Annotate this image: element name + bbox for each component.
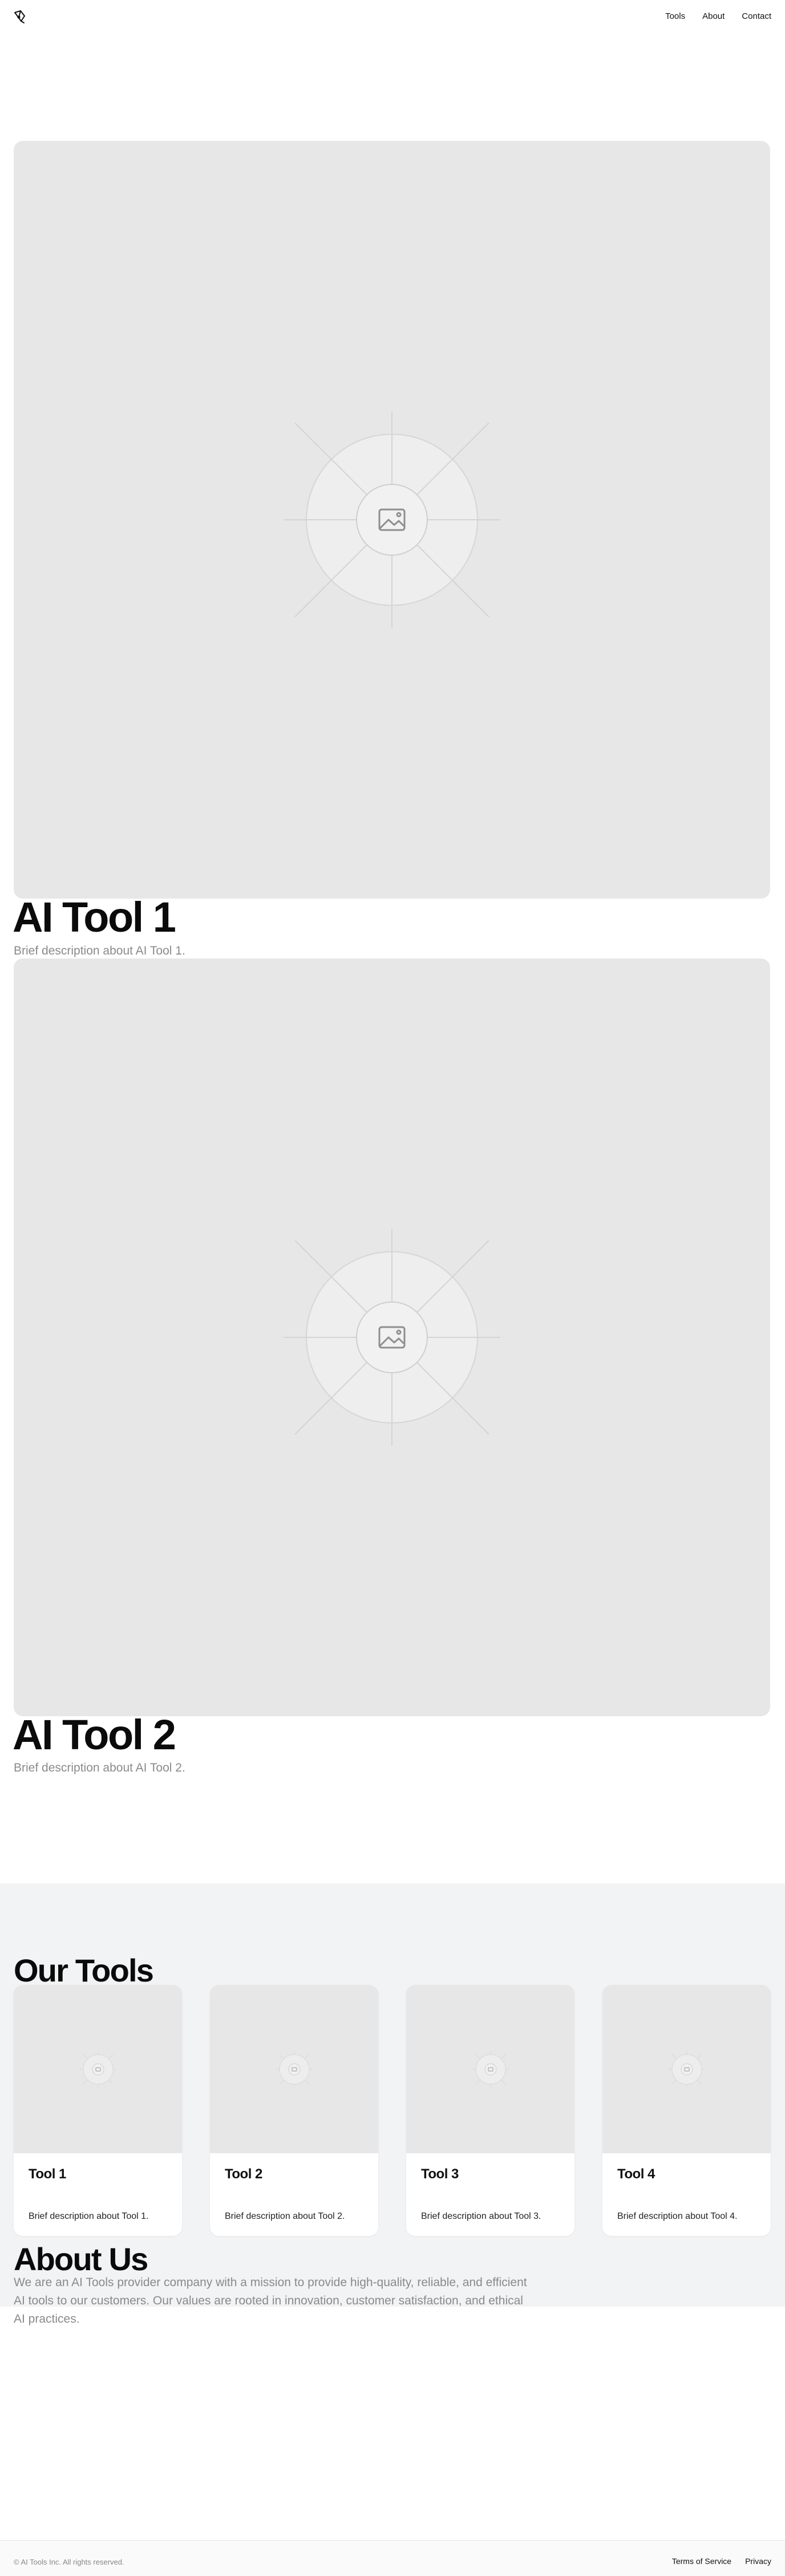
tool-card-image	[14, 1985, 182, 2153]
tool-card-4[interactable]: Tool 4 Brief description about Tool 4.	[602, 1985, 771, 2236]
footer-copyright: © AI Tools Inc. All rights reserved.	[14, 2558, 124, 2566]
hero-title-2: AI Tool 2	[13, 1711, 176, 1758]
about-description: We are an AI Tools provider company with…	[14, 2276, 527, 2326]
tool-card-image	[210, 1985, 378, 2153]
hero-description-1: Brief description about AI Tool 1.	[14, 944, 185, 957]
image-placeholder-icon	[284, 1229, 500, 1446]
tool-card-1[interactable]: Tool 1 Brief description about Tool 1.	[14, 1985, 182, 2236]
tool-card-description: Brief description about Tool 2.	[225, 2211, 345, 2221]
hero-title-1: AI Tool 1	[13, 893, 176, 941]
logo-icon[interactable]	[13, 9, 27, 24]
footer-links: Terms of Service Privacy	[672, 2557, 771, 2566]
nav-link-tools[interactable]: Tools	[665, 11, 685, 21]
nav-link-contact[interactable]: Contact	[742, 11, 771, 21]
tool-card-description: Brief description about Tool 4.	[617, 2211, 738, 2221]
tool-card-image	[602, 1985, 771, 2153]
tool-card-title: Tool 3	[421, 2166, 459, 2182]
main-nav: Tools About Contact	[665, 9, 771, 23]
footer-link-privacy[interactable]: Privacy	[745, 2557, 771, 2566]
image-placeholder-icon	[669, 2051, 705, 2088]
image-placeholder-icon	[472, 2051, 509, 2088]
footer-link-terms[interactable]: Terms of Service	[672, 2557, 731, 2566]
tool-card-3[interactable]: Tool 3 Brief description about Tool 3.	[406, 1985, 574, 2236]
tools-section-title: Our Tools	[14, 1952, 154, 1988]
image-placeholder-icon	[80, 2051, 116, 2088]
tool-card-title: Tool 4	[617, 2166, 655, 2182]
tool-card-description: Brief description about Tool 1.	[29, 2211, 149, 2221]
tool-card-title: Tool 1	[29, 2166, 66, 2182]
hero-image-2	[14, 959, 770, 1716]
hero-description-2: Brief description about AI Tool 2.	[14, 1761, 185, 1774]
tool-card-image	[406, 1985, 574, 2153]
tool-card-title: Tool 2	[225, 2166, 262, 2182]
nav-link-about[interactable]: About	[702, 11, 725, 21]
image-placeholder-icon	[284, 411, 500, 628]
image-placeholder-icon	[276, 2051, 313, 2088]
tool-card-description: Brief description about Tool 3.	[421, 2211, 541, 2221]
tool-card-2[interactable]: Tool 2 Brief description about Tool 2.	[210, 1985, 378, 2236]
hero-image-1	[14, 141, 770, 899]
about-title: About Us	[14, 2241, 148, 2277]
